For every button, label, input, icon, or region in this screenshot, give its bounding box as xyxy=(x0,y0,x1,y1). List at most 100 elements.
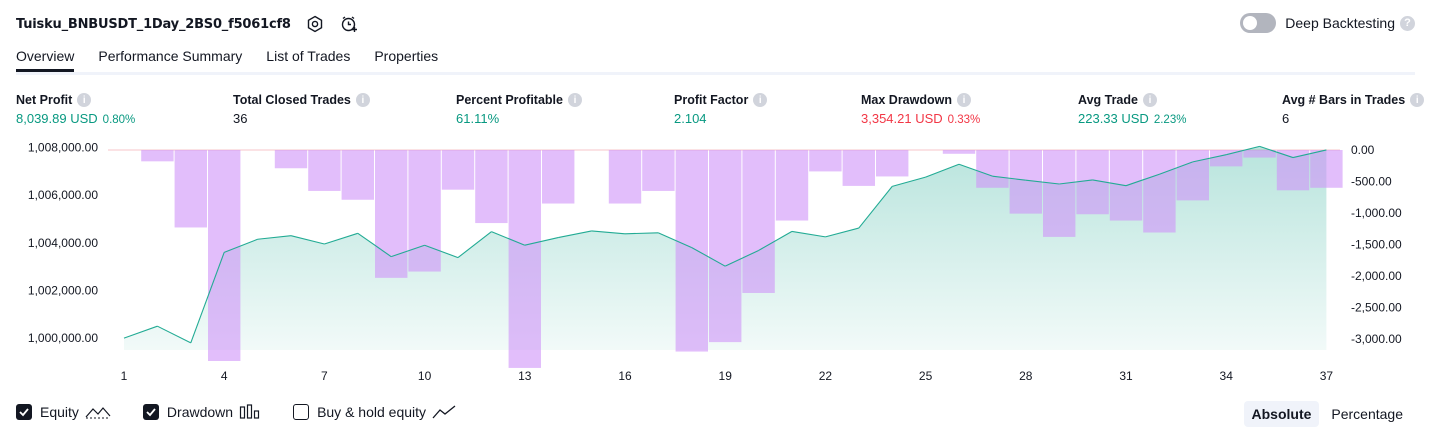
metric-value: 6 xyxy=(1282,111,1290,126)
drawdown-bar xyxy=(942,150,976,154)
metric-value: 223.33 USD xyxy=(1078,111,1149,126)
drawdown-checkbox[interactable] xyxy=(142,404,159,420)
drawdown-bar xyxy=(274,150,308,169)
deep-backtesting-label: Deep Backtesting xyxy=(1285,15,1395,31)
drawdown-bar xyxy=(775,150,809,221)
info-icon[interactable]: i xyxy=(1410,93,1425,107)
x-axis-tick: 13 xyxy=(518,369,532,383)
y-axis-left-tick: 1,004,000.00 xyxy=(28,236,98,250)
metric-profit-factor: Profit Factor i 2.104 xyxy=(674,93,768,126)
x-axis-tick: 22 xyxy=(819,369,833,383)
legend-equity[interactable]: Equity xyxy=(16,404,111,420)
legend-buy-hold-equity[interactable]: Buy & hold equity xyxy=(293,404,456,420)
drawdown-bar xyxy=(1243,150,1276,158)
drawdown-bar xyxy=(1143,150,1176,233)
deep-backtesting-toggle[interactable] xyxy=(1240,13,1277,33)
metric-avg-bars-in-trades: Avg # Bars in Trades i 6 xyxy=(1282,93,1425,126)
metric-label: Avg # Bars in Trades xyxy=(1282,93,1406,107)
drawdown-bar xyxy=(1210,150,1243,167)
metric-percent-profitable: Percent Profitable i 61.11% xyxy=(456,93,582,126)
drawdown-bar xyxy=(341,150,374,200)
info-icon[interactable]: i xyxy=(1142,93,1157,107)
metric-max-drawdown: Max Drawdown i 3,354.21 USD 0.33% xyxy=(861,93,980,126)
header: Tuisku_BNBUSDT_1Day_2BS0_f5061cf8 xyxy=(16,13,359,35)
y-axis-left-tick: 1,002,000.00 xyxy=(28,283,98,297)
equity-checkbox[interactable] xyxy=(16,404,32,420)
tab-bar: Overview Performance Summary List of Tra… xyxy=(16,48,462,72)
metric-percent: 0.80% xyxy=(102,114,136,126)
strategy-title: Tuisku_BNBUSDT_1Day_2BS0_f5061cf8 xyxy=(16,16,291,32)
info-icon[interactable]: i xyxy=(355,93,370,107)
drawdown-bar xyxy=(1176,150,1209,201)
drawdown-bar xyxy=(375,150,408,278)
drawdown-bar xyxy=(408,150,441,272)
x-axis-tick: 37 xyxy=(1320,369,1334,383)
x-axis-tick: 31 xyxy=(1119,369,1133,383)
drawdown-bar xyxy=(642,150,675,191)
metric-label: Avg Trade xyxy=(1078,93,1138,107)
tab-list-of-trades[interactable]: List of Trades xyxy=(266,48,350,72)
add-alert-icon[interactable] xyxy=(339,14,359,34)
legend-label: Equity xyxy=(40,404,79,420)
tab-performance-summary[interactable]: Performance Summary xyxy=(98,48,242,72)
metric-total-closed-trades: Total Closed Trades i 36 xyxy=(233,93,370,126)
x-axis-tick: 7 xyxy=(321,369,328,383)
x-axis-tick: 10 xyxy=(418,369,432,383)
percentage-button[interactable]: Percentage xyxy=(1323,401,1411,427)
drawdown-bar xyxy=(675,150,708,352)
y-axis-left-tick: 1,008,000.00 xyxy=(28,141,98,155)
chart-legend: Equity Drawdown Buy & hold equity xyxy=(16,404,488,420)
x-axis-tick: 34 xyxy=(1220,369,1234,383)
info-icon[interactable]: i xyxy=(957,93,971,107)
tab-overview[interactable]: Overview xyxy=(16,48,75,72)
equity-line-icon xyxy=(85,404,111,420)
tabs-divider xyxy=(16,72,1415,75)
info-icon[interactable]: i xyxy=(77,93,92,107)
x-axis-tick: 25 xyxy=(919,369,933,383)
drawdown-bar xyxy=(508,150,541,368)
metric-avg-trade: Avg Trade i 223.33 USD 2.23% xyxy=(1078,93,1186,126)
x-axis-tick: 16 xyxy=(618,369,632,383)
drawdown-bar xyxy=(475,150,508,224)
tab-properties[interactable]: Properties xyxy=(374,48,438,72)
buy-hold-checkbox[interactable] xyxy=(293,404,310,420)
metric-percent: 0.33% xyxy=(947,114,981,126)
toggle-knob xyxy=(1243,16,1258,30)
drawdown-bar xyxy=(976,150,1009,188)
metric-value: 3,354.21 USD xyxy=(861,111,943,126)
drawdown-bar xyxy=(542,150,575,204)
x-axis-tick: 28 xyxy=(1019,369,1033,383)
y-axis-right-tick: -3,000.00 xyxy=(1351,332,1402,346)
drawdown-bar xyxy=(308,150,341,191)
metric-value: 36 xyxy=(233,111,248,126)
drawdown-bar xyxy=(709,150,742,343)
x-axis-tick: 4 xyxy=(221,369,228,383)
legend-label: Drawdown xyxy=(166,404,234,420)
metric-percent: 2.23% xyxy=(1153,114,1187,126)
value-mode-switch: Absolute Percentage xyxy=(1240,401,1412,427)
equity-drawdown-chart[interactable]: 1,008,000.00 1,006,000.00 1,004,000.00 1,00… xyxy=(0,140,1431,395)
drawdown-bar xyxy=(809,150,842,172)
drawdown-bar xyxy=(608,150,642,204)
legend-drawdown[interactable]: Drawdown xyxy=(142,404,261,420)
info-icon[interactable]: i xyxy=(753,93,768,107)
deep-backtesting: Deep Backtesting ? xyxy=(1240,13,1415,33)
x-axis-tick: 1 xyxy=(121,369,128,383)
buy-hold-line-icon xyxy=(432,404,456,420)
y-axis-right-tick: -2,000.00 xyxy=(1351,269,1402,283)
y-axis-right-tick: -1,000.00 xyxy=(1351,206,1402,220)
info-icon[interactable]: i xyxy=(567,93,582,107)
metric-label: Profit Factor xyxy=(674,93,749,107)
y-axis-left-tick: 1,006,000.00 xyxy=(28,188,98,202)
help-icon[interactable]: ? xyxy=(1400,15,1415,31)
absolute-button[interactable]: Absolute xyxy=(1243,401,1320,427)
drawdown-bar xyxy=(141,150,174,162)
metric-value: 61.11% xyxy=(456,111,500,126)
y-axis-right-tick: -1,500.00 xyxy=(1351,237,1402,251)
drawdown-bar xyxy=(441,150,475,190)
drawdown-bar xyxy=(842,150,875,186)
settings-icon[interactable] xyxy=(305,14,325,34)
y-axis-left-tick: 1,000,000.00 xyxy=(28,331,98,345)
drawdown-bar xyxy=(1043,150,1076,237)
drawdown-bars-icon xyxy=(239,404,261,420)
